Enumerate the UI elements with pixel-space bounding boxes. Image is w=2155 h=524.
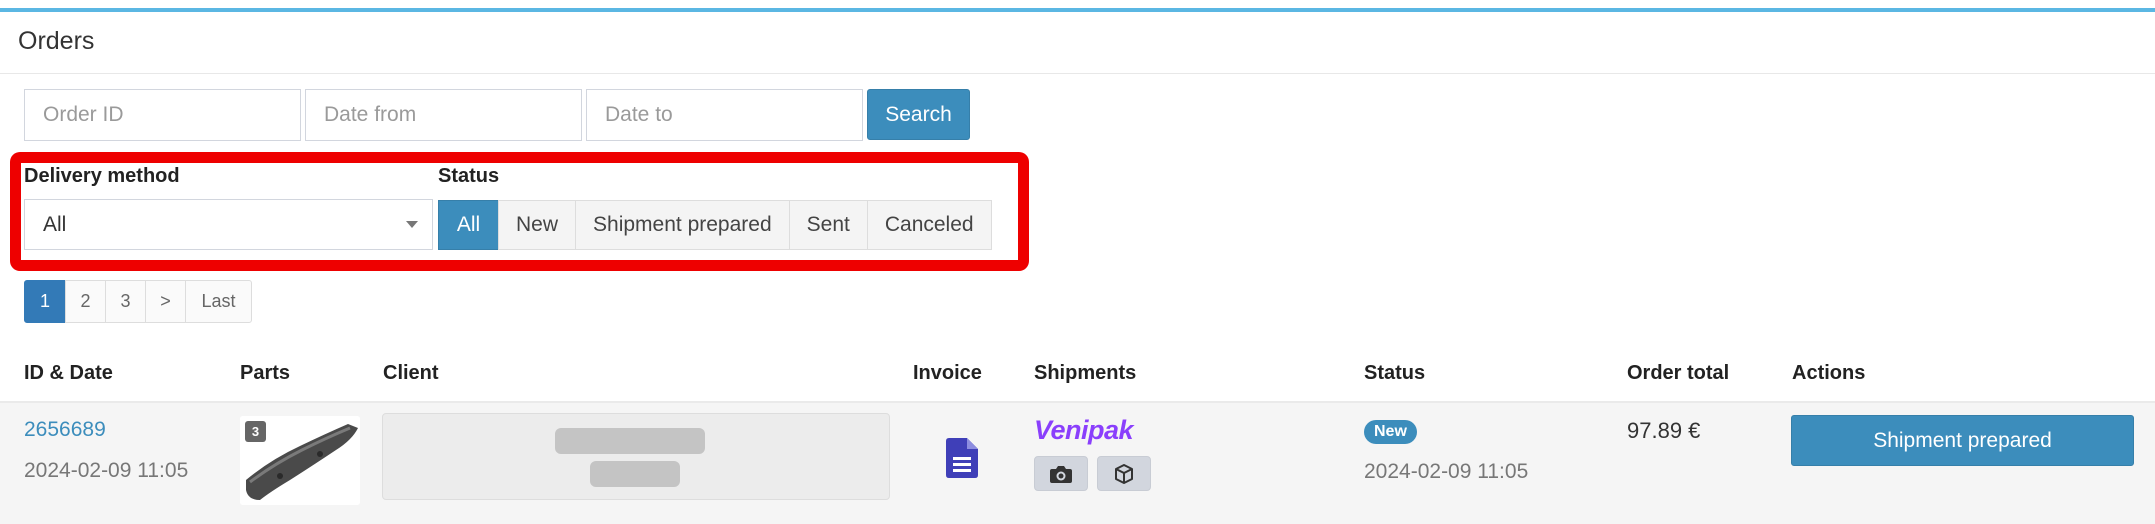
page-link-next[interactable]: > (145, 280, 186, 323)
venipak-logo: Venipak (1034, 415, 1134, 445)
status-badge: New (1364, 420, 1417, 444)
search-button[interactable]: Search (867, 89, 970, 140)
column-header-parts: Parts (240, 362, 291, 384)
column-header-order-total: Order total (1627, 362, 1730, 384)
delivery-method-value: All (43, 213, 67, 236)
client-info-redacted (382, 413, 890, 500)
date-to-input[interactable] (586, 89, 863, 141)
page-header: Orders (0, 12, 2155, 74)
order-id-input[interactable] (24, 89, 301, 141)
status-filter-new[interactable]: New (498, 200, 577, 250)
shipment-package-button[interactable] (1097, 456, 1151, 491)
status-filter-all[interactable]: All (438, 200, 499, 250)
date-from-input[interactable] (305, 89, 582, 141)
redacted-bar (590, 461, 680, 487)
order-total: 97.89 € (1627, 418, 1701, 443)
camera-icon (1050, 465, 1072, 483)
chevron-down-icon (406, 221, 418, 228)
shipment-photo-button[interactable] (1034, 456, 1088, 491)
pagination: 1 2 3 > Last (24, 280, 252, 323)
shipment-prepared-button[interactable]: Shipment prepared (1791, 415, 2134, 466)
page-link-3[interactable]: 3 (105, 280, 146, 323)
page-link-1[interactable]: 1 (24, 280, 66, 323)
order-id-link[interactable]: 2656689 (24, 418, 106, 442)
column-header-id-date: ID & Date (24, 362, 113, 384)
page-link-last[interactable]: Last (185, 280, 252, 323)
column-header-status: Status (1364, 362, 1426, 384)
status-label: Status (438, 165, 500, 187)
page-title: Orders (18, 27, 95, 55)
status-filter-canceled[interactable]: Canceled (866, 200, 992, 250)
page-link-2[interactable]: 2 (65, 280, 106, 323)
redacted-bar (555, 428, 705, 454)
column-header-client: Client (383, 362, 439, 384)
invoice-document-icon[interactable] (946, 438, 978, 483)
column-header-shipments: Shipments (1034, 362, 1137, 384)
order-date: 2024-02-09 11:05 (24, 459, 189, 482)
status-date: 2024-02-09 11:05 (1364, 460, 1529, 483)
column-header-invoice: Invoice (913, 362, 982, 384)
delivery-method-select[interactable]: All (24, 199, 433, 250)
status-filter-shipment-prepared[interactable]: Shipment prepared (575, 200, 790, 250)
status-filter-group: All New Shipment prepared Sent Canceled (438, 200, 992, 250)
delivery-method-label: Delivery method (24, 165, 180, 187)
package-icon (1115, 463, 1133, 484)
status-filter-sent[interactable]: Sent (788, 200, 868, 250)
parts-count-badge: 3 (245, 421, 266, 442)
column-header-actions: Actions (1792, 362, 1866, 384)
